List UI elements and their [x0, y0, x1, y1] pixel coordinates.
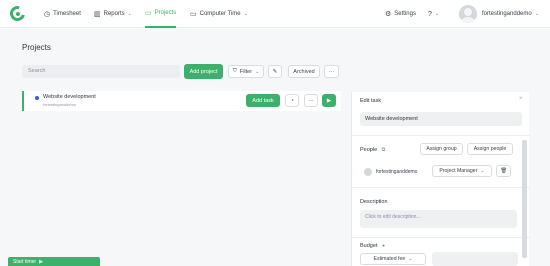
external-link-icon[interactable]: ⧉: [382, 147, 386, 153]
member-name: fortestinganddemo: [376, 169, 418, 175]
budget-section-label: Budget ●: [360, 243, 385, 249]
member-role-select[interactable]: Project Manager ⌄: [432, 165, 492, 177]
divider: [352, 135, 530, 136]
monitor-icon: ▭: [190, 11, 197, 18]
nav-reports-label: Reports: [103, 11, 125, 17]
task-name-field[interactable]: Website development: [360, 112, 522, 126]
nav-computer-time-label: Computer Time: [199, 11, 241, 17]
remove-member-button[interactable]: 🗑: [496, 165, 511, 177]
help-menu[interactable]: ? ⌄: [428, 0, 439, 28]
search-input[interactable]: Search: [22, 65, 180, 78]
nav-reports[interactable]: ▥ Reports ⌄: [94, 0, 132, 28]
people-label: People: [360, 147, 378, 153]
budget-type-select[interactable]: Estimated fee ⌄: [360, 253, 426, 265]
project-name: Website development: [43, 94, 96, 100]
chevron-down-icon: ⌄: [534, 11, 539, 17]
question-icon: ?: [428, 10, 432, 18]
play-icon: ▶: [39, 258, 43, 265]
description-label: Description: [360, 199, 388, 205]
assign-people-button[interactable]: Assign people: [467, 143, 513, 155]
nav-projects-label: Projects: [154, 10, 177, 16]
play-icon: ▶: [326, 97, 332, 104]
nav-computer-time[interactable]: ▭ Computer Time ⌄: [190, 0, 248, 28]
divider: [352, 187, 530, 188]
ellipsis-icon: ···: [308, 97, 314, 104]
archived-label: Archived: [293, 68, 315, 75]
assign-group-button[interactable]: Assign group: [420, 143, 463, 155]
nav-settings[interactable]: ⚙ Settings: [385, 0, 416, 28]
gear-icon: ⚙: [385, 11, 392, 18]
logo-dot: [16, 12, 20, 16]
nav-projects[interactable]: ▭ Projects: [145, 0, 177, 28]
project-stats-button[interactable]: ◔: [285, 94, 299, 107]
project-color-dot: [35, 96, 39, 100]
chevron-down-icon: ⌄: [127, 11, 132, 17]
chevron-down-icon: ⌄: [480, 168, 485, 174]
budget-amount-field[interactable]: [432, 252, 518, 266]
folder-icon: ▭: [145, 10, 152, 17]
add-task-button[interactable]: Add task: [246, 94, 280, 107]
filter-label: Filter: [239, 68, 253, 75]
member-avatar: [364, 168, 372, 176]
chevron-down-icon: ⌄: [243, 11, 248, 17]
nav-settings-label: Settings: [394, 11, 416, 17]
filter-button[interactable]: ⛉ Filter ⌄: [228, 65, 264, 78]
chevron-down-icon: ⌄: [434, 11, 440, 17]
budget-type-value: Estimated fee: [373, 256, 406, 262]
panel-title: Edit task: [360, 98, 382, 104]
trash-icon: 🗑: [500, 168, 507, 174]
project-row[interactable]: Website development fortestinganddemo Ad…: [22, 91, 341, 111]
user-menu[interactable]: fortestinganddemo ⌄: [482, 0, 539, 28]
more-options-button[interactable]: ···: [324, 65, 339, 78]
edit-task-panel: Edit task × Website development People ⧉…: [351, 92, 530, 266]
chevron-down-icon: ⌄: [255, 68, 260, 75]
project-client: fortestinganddemo: [43, 102, 77, 107]
page-title: Projects: [22, 43, 51, 52]
pencil-icon: ✎: [272, 68, 278, 75]
user-avatar[interactable]: [459, 5, 477, 23]
user-name: fortestinganddemo: [482, 11, 532, 17]
add-project-button[interactable]: Add project: [184, 64, 223, 79]
start-project-timer-button[interactable]: ▶: [322, 94, 336, 107]
budget-label: Budget: [360, 243, 378, 249]
add-project-label: Add project: [189, 68, 218, 75]
chevron-down-icon: ⌄: [408, 256, 413, 262]
divider: [352, 237, 530, 238]
pie-chart-icon: ◔: [290, 97, 294, 104]
info-icon: ●: [381, 243, 385, 249]
chart-icon: ▥: [94, 11, 101, 18]
nav-timesheet[interactable]: ◷ Timesheet: [44, 0, 81, 28]
chevron-up-icon: ⌃: [92, 258, 97, 265]
nav-timesheet-label: Timesheet: [53, 11, 81, 17]
description-field[interactable]: Click to edit description...: [360, 210, 517, 228]
start-timer-bar[interactable]: Start timer ▶ ⌃: [8, 257, 100, 266]
edit-button[interactable]: ✎: [268, 65, 282, 78]
start-timer-label: Start timer: [13, 258, 37, 265]
archived-button[interactable]: Archived: [288, 65, 320, 78]
filter-icon: ⛉: [232, 68, 237, 74]
assign-group-label: Assign group: [426, 146, 457, 152]
people-section-label: People ⧉: [360, 147, 385, 153]
ellipsis-icon: ···: [328, 68, 335, 75]
clock-icon: ◷: [44, 11, 51, 18]
project-more-button[interactable]: ···: [304, 94, 318, 107]
close-icon[interactable]: ×: [519, 96, 523, 102]
top-navigation: ◷ Timesheet ▥ Reports ⌄ ▭ Projects ▭ Com…: [0, 0, 550, 28]
add-task-label: Add task: [252, 97, 274, 104]
panel-scrollbar[interactable]: [522, 140, 527, 258]
member-role-value: Project Manager: [439, 168, 478, 174]
assign-people-label: Assign people: [473, 146, 507, 152]
